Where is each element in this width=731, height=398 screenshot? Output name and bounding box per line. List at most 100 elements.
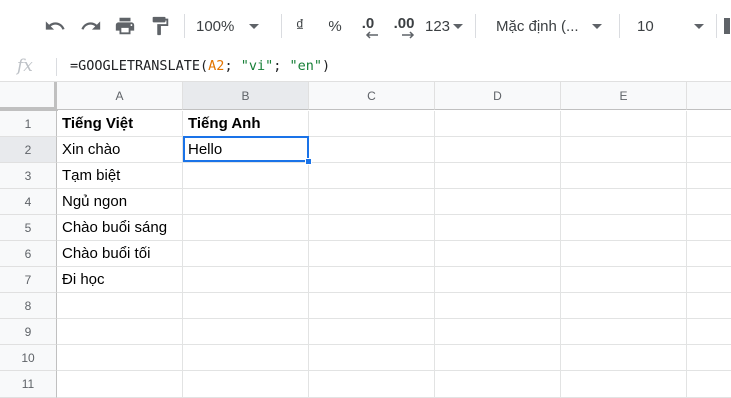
cell-a4[interactable]: Ngủ ngon <box>57 189 183 215</box>
print-button[interactable] <box>110 0 140 52</box>
row-header[interactable]: 7 <box>0 267 57 293</box>
cell-b6[interactable] <box>183 241 309 267</box>
row-header[interactable]: 5 <box>0 215 57 241</box>
row-header[interactable]: 3 <box>0 163 57 189</box>
cell-c11[interactable] <box>309 371 435 398</box>
cell-a7[interactable]: Đi học <box>57 267 183 293</box>
cell-a6[interactable]: Chào buổi tối <box>57 241 183 267</box>
undo-button[interactable] <box>40 0 70 52</box>
cell-f6[interactable] <box>687 241 731 267</box>
cell-e10[interactable] <box>561 345 687 371</box>
currency-format-button[interactable]: ₫ <box>290 0 310 52</box>
cell-c1[interactable] <box>309 111 435 137</box>
increase-decimal-button[interactable]: .00 <box>389 0 419 52</box>
column-header-c[interactable]: C <box>309 82 435 110</box>
row-header[interactable]: 9 <box>0 319 57 345</box>
column-header-b[interactable]: B <box>183 82 309 110</box>
cell-c6[interactable] <box>309 241 435 267</box>
percent-format-button[interactable]: % <box>324 0 346 52</box>
cell-d4[interactable] <box>435 189 561 215</box>
cell-b11[interactable] <box>183 371 309 398</box>
cell-c3[interactable] <box>309 163 435 189</box>
cell-d3[interactable] <box>435 163 561 189</box>
cell-f11[interactable] <box>687 371 731 398</box>
cell-f8[interactable] <box>687 293 731 319</box>
cell-c2[interactable] <box>309 137 435 163</box>
cell-d1[interactable] <box>435 111 561 137</box>
row-header[interactable]: 4 <box>0 189 57 215</box>
cell-f7[interactable] <box>687 267 731 293</box>
cell-e3[interactable] <box>561 163 687 189</box>
cell-b8[interactable] <box>183 293 309 319</box>
cell-b5[interactable] <box>183 215 309 241</box>
cell-e8[interactable] <box>561 293 687 319</box>
cell-f5[interactable] <box>687 215 731 241</box>
cell-c8[interactable] <box>309 293 435 319</box>
cell-f9[interactable] <box>687 319 731 345</box>
cell-d11[interactable] <box>435 371 561 398</box>
cell-e11[interactable] <box>561 371 687 398</box>
formula-input[interactable]: =GOOGLETRANSLATE(A2; "vi"; "en") <box>70 52 330 81</box>
row-header[interactable]: 2 <box>0 137 57 163</box>
fill-handle[interactable] <box>305 158 312 165</box>
cell-a8[interactable] <box>57 293 183 319</box>
cell-c5[interactable] <box>309 215 435 241</box>
cell-f2[interactable] <box>687 137 731 163</box>
row-header[interactable]: 6 <box>0 241 57 267</box>
font-family-select[interactable]: Mặc định (... <box>496 0 608 52</box>
select-all-corner[interactable] <box>0 82 58 111</box>
cell-a2[interactable]: Xin chào <box>57 137 183 163</box>
cell-b1[interactable]: Tiếng Anh <box>183 111 309 137</box>
cell-a10[interactable] <box>57 345 183 371</box>
cell-c7[interactable] <box>309 267 435 293</box>
cell-e2[interactable] <box>561 137 687 163</box>
row-header[interactable]: 11 <box>0 371 57 398</box>
cell-e1[interactable] <box>561 111 687 137</box>
column-header-d[interactable]: D <box>435 82 561 110</box>
cell-f3[interactable] <box>687 163 731 189</box>
bold-button[interactable] <box>724 0 731 52</box>
cell-c10[interactable] <box>309 345 435 371</box>
cell-b4[interactable] <box>183 189 309 215</box>
cell-c4[interactable] <box>309 189 435 215</box>
cell-f4[interactable] <box>687 189 731 215</box>
cell-b3[interactable] <box>183 163 309 189</box>
cell-d8[interactable] <box>435 293 561 319</box>
paint-format-button[interactable] <box>146 0 174 52</box>
cell-e7[interactable] <box>561 267 687 293</box>
cell-e5[interactable] <box>561 215 687 241</box>
cell-a5[interactable]: Chào buổi sáng <box>57 215 183 241</box>
cell-e4[interactable] <box>561 189 687 215</box>
decrease-decimal-button[interactable]: .0 <box>355 0 381 52</box>
row-header[interactable]: 1 <box>0 111 57 137</box>
redo-button[interactable] <box>76 0 106 52</box>
cell-e6[interactable] <box>561 241 687 267</box>
cell-b2[interactable]: Hello <box>183 137 309 163</box>
cell-f1[interactable] <box>687 111 731 137</box>
font-size-select[interactable]: 10 <box>637 0 707 52</box>
cell-f10[interactable] <box>687 345 731 371</box>
cell-a3[interactable]: Tạm biệt <box>57 163 183 189</box>
cell-d10[interactable] <box>435 345 561 371</box>
cell-d9[interactable] <box>435 319 561 345</box>
cell-d6[interactable] <box>435 241 561 267</box>
cell-e9[interactable] <box>561 319 687 345</box>
cell-b7[interactable] <box>183 267 309 293</box>
cell-a9[interactable] <box>57 319 183 345</box>
cell-b9[interactable] <box>183 319 309 345</box>
cell-a11[interactable] <box>57 371 183 398</box>
cell-b10[interactable] <box>183 345 309 371</box>
cell-d7[interactable] <box>435 267 561 293</box>
column-header-e[interactable]: E <box>561 82 687 110</box>
cell-c9[interactable] <box>309 319 435 345</box>
number-format-select[interactable]: 123 <box>425 0 467 52</box>
row-header[interactable]: 8 <box>0 293 57 319</box>
cell-a1[interactable]: Tiếng Việt <box>57 111 183 137</box>
column-header-a[interactable]: A <box>57 82 183 110</box>
cell-d5[interactable] <box>435 215 561 241</box>
column-header-f[interactable] <box>687 82 731 110</box>
arrow-left-icon <box>365 31 378 39</box>
row-header[interactable]: 10 <box>0 345 57 371</box>
cell-d2[interactable] <box>435 137 561 163</box>
zoom-select[interactable]: 100% <box>196 0 270 52</box>
